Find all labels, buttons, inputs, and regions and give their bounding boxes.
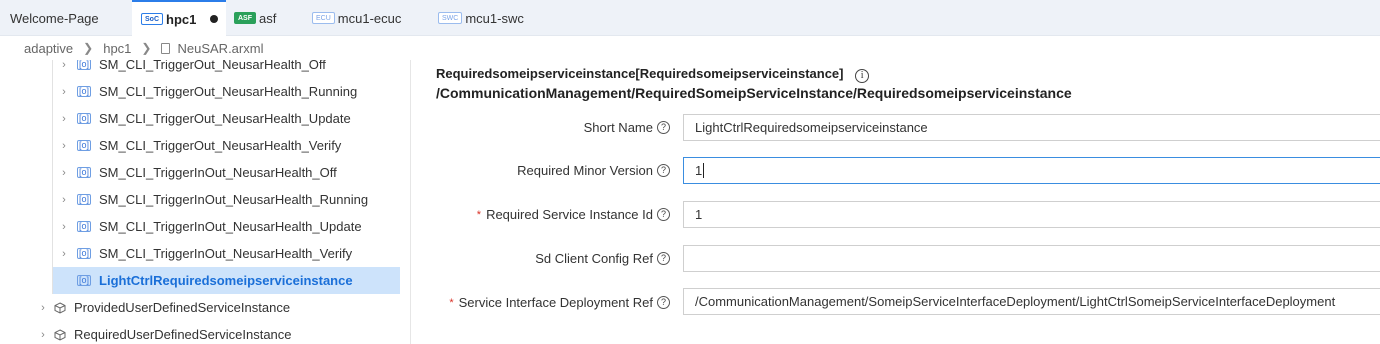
tree-item[interactable]: › [o] SM_CLI_TriggerInOut_NeusarHealth_R…: [52, 186, 400, 213]
soc-badge-icon: SoC: [141, 13, 163, 25]
chevron-right-icon[interactable]: ›: [57, 248, 71, 260]
asf-badge-icon: ASF: [234, 12, 256, 24]
help-icon[interactable]: ?: [657, 121, 670, 134]
tree-item-selected[interactable]: [o] LightCtrlRequiredsomeipserviceinstan…: [52, 267, 400, 294]
tree-item[interactable]: › [o] SM_CLI_TriggerInOut_NeusarHealth_V…: [52, 240, 400, 267]
help-icon[interactable]: ?: [657, 164, 670, 177]
form-path: /CommunicationManagement/RequiredSomeipS…: [436, 85, 1072, 101]
tree-item-label: SM_CLI_TriggerInOut_NeusarHealth_Off: [99, 165, 337, 180]
breadcrumb-item[interactable]: adaptive: [24, 41, 73, 56]
form-title-text: Requiredsomeipserviceinstance[Requiredso…: [436, 66, 844, 81]
required-asterisk-icon: *: [449, 296, 454, 309]
chevron-right-icon: ❯: [83, 41, 94, 55]
service-instance-icon: [o]: [77, 248, 92, 259]
chevron-right-icon[interactable]: ›: [57, 60, 71, 71]
tab-mcu1-swc[interactable]: SWC mcu1-swc: [438, 0, 524, 36]
short-name-label: Short Name ?: [584, 120, 670, 135]
service-instance-icon: [o]: [77, 167, 92, 178]
chevron-right-icon: ❯: [141, 41, 152, 55]
service-instance-icon: [o]: [77, 113, 92, 124]
tree-item[interactable]: › [o] SM_CLI_TriggerInOut_NeusarHealth_O…: [52, 159, 400, 186]
tab-label: mcu1-swc: [465, 10, 524, 26]
tree-item-label: SM_CLI_TriggerInOut_NeusarHealth_Verify: [99, 246, 353, 261]
tree-item-label: SM_CLI_TriggerOut_NeusarHealth_Off: [99, 60, 326, 72]
help-icon[interactable]: ?: [657, 252, 670, 265]
text-caret: [703, 163, 705, 178]
tab-asf[interactable]: ASF asf: [232, 0, 276, 36]
swc-badge-icon: SWC: [438, 12, 463, 24]
cube-icon: [54, 301, 66, 314]
chevron-right-icon[interactable]: ›: [57, 221, 71, 233]
service-instance-icon: [o]: [77, 221, 92, 232]
tree-item-label: SM_CLI_TriggerOut_NeusarHealth_Verify: [99, 138, 342, 153]
unsaved-dot-icon[interactable]: [210, 15, 219, 23]
required-service-instance-id-label: * Required Service Instance Id ?: [477, 207, 670, 222]
service-instance-icon: [o]: [77, 86, 92, 97]
tree-item-label: RequiredUserDefinedServiceInstance: [74, 327, 292, 342]
outline-tree: › [o] SM_CLI_TriggerOut_NeusarHealth_Off…: [0, 60, 411, 344]
chevron-right-icon[interactable]: ›: [36, 329, 50, 341]
form-title: Requiredsomeipserviceinstance[Requiredso…: [436, 66, 870, 83]
tree-item-label: SM_CLI_TriggerOut_NeusarHealth_Running: [99, 84, 358, 99]
chevron-right-icon[interactable]: ›: [57, 113, 71, 125]
required-service-instance-id-input[interactable]: 1: [683, 201, 1380, 228]
service-instance-icon: [o]: [77, 140, 92, 151]
tab-hpc1[interactable]: SoC hpc1: [132, 0, 226, 36]
tab-label: Welcome-Page: [10, 10, 99, 26]
tree-item[interactable]: › ProvidedUserDefinedServiceInstance: [0, 294, 400, 321]
tree-item-label: SM_CLI_TriggerInOut_NeusarHealth_Update: [99, 219, 362, 234]
cube-icon: [54, 328, 66, 341]
tab-welcome-page[interactable]: Welcome-Page: [0, 0, 128, 36]
tab-label: hpc1: [166, 11, 197, 27]
required-minor-version-input[interactable]: 1: [683, 157, 1380, 184]
short-name-input[interactable]: LightCtrlRequiredsomeipserviceinstance: [683, 114, 1380, 141]
tree-item-label: SM_CLI_TriggerOut_NeusarHealth_Update: [99, 111, 351, 126]
info-icon[interactable]: i: [855, 69, 870, 83]
breadcrumb-item[interactable]: NeuSAR.arxml: [177, 41, 263, 56]
required-asterisk-icon: *: [476, 208, 482, 221]
editor-tab-bar: Welcome-Page SoC hpc1 ASF asf ECU mcu1-e…: [0, 0, 1380, 36]
tab-label: asf: [259, 10, 277, 26]
service-instance-icon: [o]: [77, 194, 92, 205]
chevron-right-icon[interactable]: ›: [36, 302, 50, 314]
tree-item[interactable]: › [o] SM_CLI_TriggerOut_NeusarHealth_Run…: [52, 78, 400, 105]
chevron-right-icon[interactable]: ›: [57, 194, 71, 206]
chevron-right-icon[interactable]: ›: [57, 167, 71, 179]
help-icon[interactable]: ?: [657, 208, 670, 221]
tree-item-label: SM_CLI_TriggerInOut_NeusarHealth_Running: [99, 192, 369, 207]
service-instance-icon: [o]: [77, 60, 92, 70]
breadcrumb-item[interactable]: hpc1: [103, 41, 131, 56]
chevron-right-icon[interactable]: ›: [57, 86, 71, 98]
service-interface-deployment-ref-label: * Service Interface Deployment Ref ?: [449, 295, 670, 310]
breadcrumb: adaptive ❯ hpc1 ❯ NeuSAR.arxml: [0, 36, 1380, 60]
service-instance-icon: [o]: [77, 275, 92, 286]
file-icon: [161, 42, 171, 54]
tree-item[interactable]: › [o] SM_CLI_TriggerOut_NeusarHealth_Upd…: [52, 105, 400, 132]
help-icon[interactable]: ?: [657, 296, 670, 309]
tree-item[interactable]: › [o] SM_CLI_TriggerOut_NeusarHealth_Off: [52, 60, 400, 78]
service-interface-deployment-ref-input[interactable]: /CommunicationManagement/SomeipServiceIn…: [683, 288, 1380, 315]
tree-item[interactable]: › RequiredUserDefinedServiceInstance: [0, 321, 400, 344]
tree-item-label: LightCtrlRequiredsomeipserviceinstance: [99, 273, 353, 288]
sd-client-config-ref-input[interactable]: [683, 245, 1380, 272]
tab-mcu1-ecuc[interactable]: ECU mcu1-ecuc: [312, 0, 401, 36]
sd-client-config-ref-label: Sd Client Config Ref ?: [535, 251, 670, 266]
chevron-right-icon[interactable]: ›: [57, 140, 71, 152]
tree-item-label: ProvidedUserDefinedServiceInstance: [74, 300, 291, 315]
tree-item[interactable]: › [o] SM_CLI_TriggerOut_NeusarHealth_Ver…: [52, 132, 400, 159]
required-minor-version-label: Required Minor Version ?: [517, 163, 670, 178]
tab-label: mcu1-ecuc: [337, 10, 402, 26]
ecu-badge-icon: ECU: [312, 12, 335, 24]
tree-item[interactable]: › [o] SM_CLI_TriggerInOut_NeusarHealth_U…: [52, 213, 400, 240]
